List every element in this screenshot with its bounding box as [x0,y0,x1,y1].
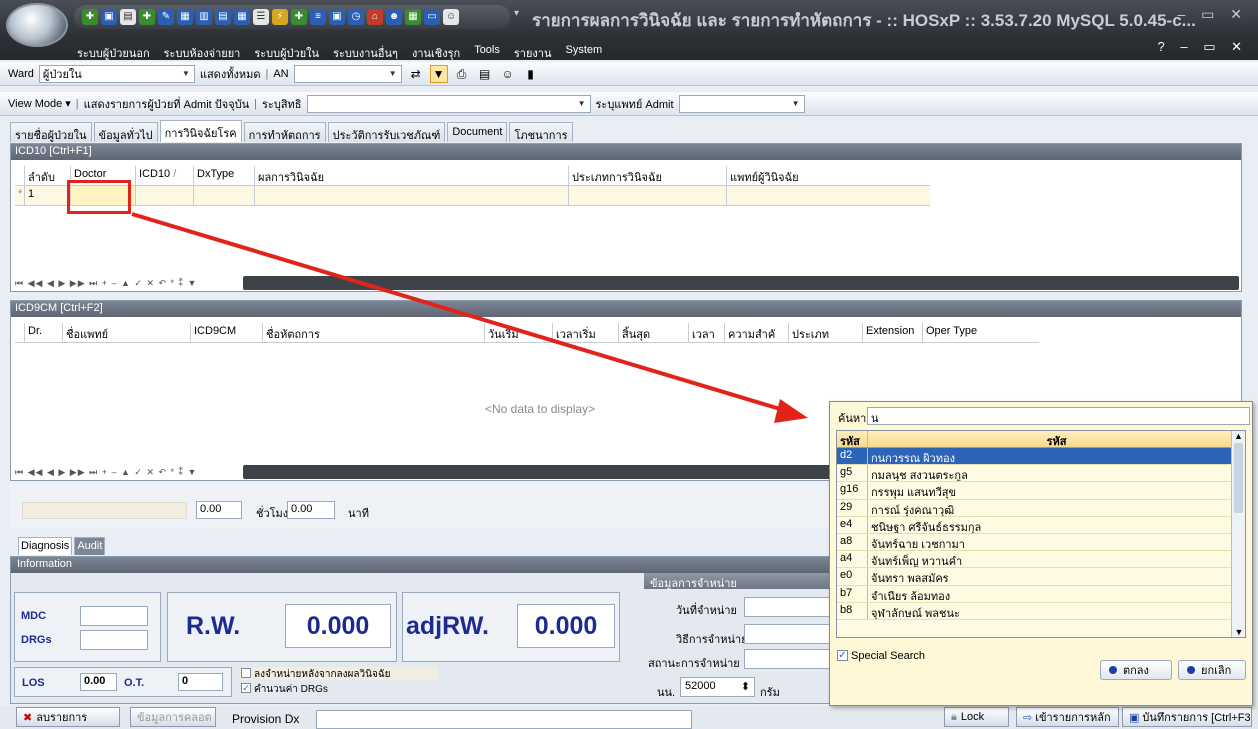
list-item[interactable]: b8 จุฬาลักษณ์ พลชนะ [837,602,1245,620]
list-item[interactable]: g5 กมลนุช สงวนตระกูล [837,465,1245,483]
vertical-scrollbar[interactable]: ▲ ▼ [1231,431,1245,637]
special-search-checkbox[interactable]: ✓ [837,650,848,661]
ok-label: ตกลง [1123,665,1149,677]
doctor-code: b8 [837,602,868,619]
scroll-up-icon[interactable]: ▲ [1232,431,1245,441]
list-item[interactable]: e4 ชนิษฐา ศรีจันธ์ธรรมกุล [837,516,1245,534]
search-label: ค้นหา [838,413,867,425]
ok-icon [1109,666,1117,674]
doctor-code: e4 [837,516,868,533]
doctor-code: d2 [837,448,868,465]
cancel-button[interactable]: ยกเลิก [1178,660,1246,680]
doctor-code: e0 [837,568,868,585]
doctor-code: g16 [837,482,868,499]
doctor-name: กมลนุช สงวนตระกูล [871,470,968,482]
cancel-label: ยกเลิก [1201,665,1232,677]
doctor-name: จันทร์ฉาย เวชกามา [871,538,965,551]
doctor-list-header: รหัส รหัส [837,431,1245,448]
doctor-code: g5 [837,465,868,482]
doctor-name: จันทร์เพ็ญ หวานคำ [871,556,963,568]
cancel-icon [1187,666,1195,674]
doctor-name: จันทรา พลสมัคร [871,573,949,585]
doctor-code: a8 [837,533,868,551]
doctor-list: รหัส รหัส d2 กนกวรรณ ผิวทอง g5 กมลนุช สงวนต… [836,430,1246,638]
scroll-thumb[interactable] [1234,443,1243,513]
list-item[interactable]: b7 จำเนียร ล้อมทอง [837,585,1245,603]
doctor-name: กรรพุม แสนทวีสุข [871,487,957,499]
doctor-name: กนกวรรณ ผิวทอง [871,453,955,465]
doctor-name: ชนิษฐา ศรีจันธ์ธรรมกุล [871,521,982,533]
list-item[interactable]: 29 การณ์ รุ่งคณาวุฒิ [837,499,1245,517]
doctor-code: a4 [837,551,868,568]
doctor-code: b7 [837,585,868,602]
doctor-code: 29 [837,499,868,516]
doctor-name: จำเนียร ล้อมทอง [871,590,951,602]
doctor-name: การณ์ รุ่งคณาวุฒิ [871,504,955,516]
special-search-label: Special Search [851,650,925,662]
list-item[interactable]: a8 จันทร์ฉาย เวชกามา [837,533,1245,552]
list-item[interactable]: g16 กรรพุม แสนทวีสุข [837,482,1245,500]
col-name[interactable]: รหัส [868,431,1245,448]
list-item[interactable]: d2 กนกวรรณ ผิวทอง [837,448,1245,466]
list-item[interactable]: a4 จันทร์เพ็ญ หวานคำ [837,551,1245,569]
doctor-name: จุฬาลักษณ์ พลชนะ [871,607,960,619]
search-input[interactable]: น [867,407,1250,425]
col-code[interactable]: รหัส [837,431,868,448]
scroll-down-icon[interactable]: ▼ [1232,627,1245,637]
ok-button[interactable]: ตกลง [1100,660,1172,680]
list-item[interactable]: e0 จันทรา พลสมัคร [837,568,1245,586]
